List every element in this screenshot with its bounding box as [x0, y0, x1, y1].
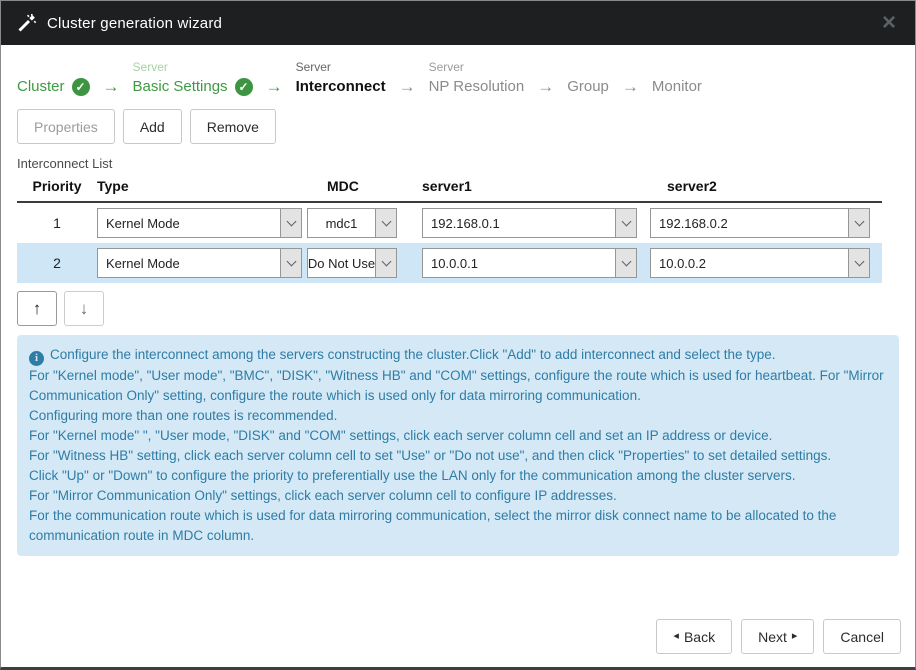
next-button-label: Next	[758, 629, 787, 645]
arrow-right-icon: →	[103, 76, 120, 97]
move-down-button[interactable]: ↓	[64, 291, 104, 326]
info-paragraph: For "Mirror Communication Only" settings…	[29, 486, 887, 506]
chevron-down-icon[interactable]	[375, 249, 396, 277]
magic-wand-icon	[16, 12, 38, 34]
step-monitor[interactable]: Monitor	[652, 76, 702, 97]
info-paragraph: Configuring more than one routes is reco…	[29, 406, 887, 426]
info-paragraph: For "Kernel mode" ", "User mode, "DISK" …	[29, 426, 887, 446]
chevron-down-icon[interactable]	[375, 209, 396, 237]
step-label: Monitor	[652, 78, 702, 95]
info-box: i Configure the interconnect among the se…	[17, 335, 899, 556]
info-paragraph: Click "Up" or "Down" to configure the pr…	[29, 466, 887, 486]
arrow-right-icon: →	[622, 76, 639, 97]
chevron-down-icon[interactable]	[615, 209, 636, 237]
server2-select[interactable]: 192.168.0.2	[650, 208, 870, 238]
server1-select-value: 192.168.0.1	[423, 209, 615, 237]
mdc-select-value: Do Not Use	[308, 249, 375, 277]
server2-select[interactable]: 10.0.0.2	[650, 248, 870, 278]
arrow-right-icon: →	[266, 76, 283, 97]
server2-select-value: 192.168.0.2	[651, 209, 848, 237]
title-bar: Cluster generation wizard ×	[1, 1, 915, 45]
toolbar: Properties Add Remove	[1, 109, 915, 144]
cluster-generation-wizard-dialog: Cluster generation wizard × Cluster ✓ → …	[0, 0, 916, 670]
server1-select-value: 10.0.0.1	[423, 249, 615, 277]
step-label: Group	[567, 78, 609, 95]
header-server2: server2	[650, 178, 870, 194]
step-label: Basic Settings	[133, 78, 228, 95]
cancel-button[interactable]: Cancel	[823, 619, 901, 654]
remove-button[interactable]: Remove	[190, 109, 276, 144]
triangle-right-icon: ▸	[792, 631, 798, 642]
table-row[interactable]: 1 Kernel Mode mdc1 192.168.0.1	[17, 203, 882, 243]
mdc-select[interactable]: Do Not Use	[307, 248, 397, 278]
step-sup-label: Server	[429, 58, 525, 76]
footer: ◂ Back Next ▸ Cancel	[656, 619, 901, 654]
triangle-left-icon: ◂	[673, 631, 679, 642]
arrow-up-icon: ↑	[33, 299, 42, 319]
add-button[interactable]: Add	[123, 109, 182, 144]
chevron-down-icon[interactable]	[615, 249, 636, 277]
chevron-down-icon[interactable]	[280, 249, 301, 277]
interconnect-list-caption: Interconnect List	[17, 156, 899, 171]
type-select-value: Kernel Mode	[98, 249, 280, 277]
step-label: NP Resolution	[429, 78, 525, 95]
step-basic-settings[interactable]: Server Basic Settings ✓	[133, 58, 253, 97]
wizard-steps: Cluster ✓ → Server Basic Settings ✓ → Se…	[1, 45, 915, 109]
server2-select-value: 10.0.0.2	[651, 249, 848, 277]
cancel-button-label: Cancel	[840, 629, 884, 645]
back-button-label: Back	[684, 629, 715, 645]
header-mdc: MDC	[307, 178, 397, 194]
step-label: Cluster	[17, 78, 65, 95]
arrow-down-icon: ↓	[80, 299, 89, 319]
header-priority: Priority	[17, 178, 97, 194]
next-button[interactable]: Next ▸	[741, 619, 814, 654]
step-np-resolution[interactable]: Server NP Resolution	[429, 58, 525, 97]
table-row[interactable]: 2 Kernel Mode Do Not Use 10.0.0.1	[17, 243, 882, 283]
info-icon: i	[29, 351, 44, 366]
info-paragraph: For "Witness HB" setting, click each ser…	[29, 446, 887, 466]
table-header-row: Priority Type MDC server1 server2	[17, 175, 882, 203]
chevron-down-icon[interactable]	[280, 209, 301, 237]
info-paragraph: i Configure the interconnect among the se…	[29, 345, 887, 366]
type-select[interactable]: Kernel Mode	[97, 208, 302, 238]
close-icon[interactable]: ×	[878, 11, 900, 35]
server1-select[interactable]: 192.168.0.1	[422, 208, 637, 238]
arrow-right-icon: →	[399, 76, 416, 97]
move-up-button[interactable]: ↑	[17, 291, 57, 326]
interconnect-table: Priority Type MDC server1 server2 1 Kern…	[17, 175, 882, 283]
step-label: Interconnect	[296, 78, 386, 95]
type-select[interactable]: Kernel Mode	[97, 248, 302, 278]
chevron-down-icon[interactable]	[848, 209, 869, 237]
back-button[interactable]: ◂ Back	[656, 619, 732, 654]
mdc-select[interactable]: mdc1	[307, 208, 397, 238]
properties-button[interactable]: Properties	[17, 109, 115, 144]
step-sup-label: Server	[133, 58, 253, 76]
arrow-right-icon: →	[537, 76, 554, 97]
mdc-select-value: mdc1	[308, 209, 375, 237]
step-sup-label: Server	[296, 58, 386, 76]
info-paragraph: For the communication route which is use…	[29, 506, 887, 546]
reorder-controls: ↑ ↓	[17, 291, 899, 326]
chevron-down-icon[interactable]	[848, 249, 869, 277]
header-server1: server1	[422, 178, 637, 194]
check-circle-icon: ✓	[72, 78, 90, 96]
window-title: Cluster generation wizard	[47, 15, 222, 32]
step-group[interactable]: Group	[567, 76, 609, 97]
server1-select[interactable]: 10.0.0.1	[422, 248, 637, 278]
step-cluster[interactable]: Cluster ✓	[17, 76, 90, 97]
check-circle-icon: ✓	[235, 78, 253, 96]
priority-cell: 2	[17, 255, 97, 271]
priority-cell: 1	[17, 215, 97, 231]
info-paragraph: For "Kernel mode", "User mode", "BMC", "…	[29, 366, 887, 406]
header-type: Type	[97, 178, 302, 194]
info-text: Configure the interconnect among the ser…	[50, 347, 776, 362]
type-select-value: Kernel Mode	[98, 209, 280, 237]
step-interconnect[interactable]: Server Interconnect	[296, 58, 386, 97]
